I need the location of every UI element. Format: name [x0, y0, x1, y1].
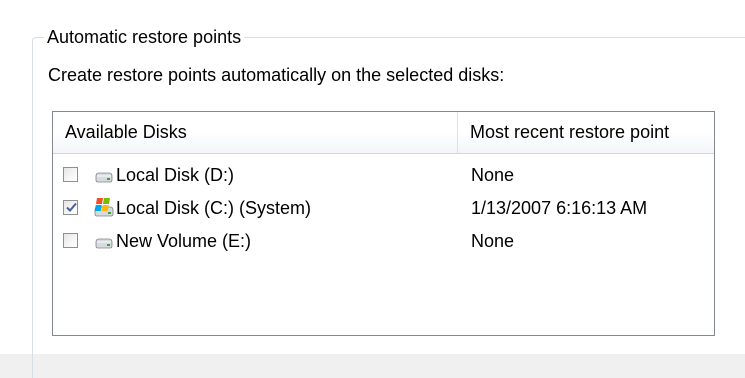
- disk-e-restore-point: None: [471, 231, 515, 251]
- column-header-most-recent-restore-point[interactable]: Most recent restore point: [458, 112, 714, 153]
- disk-row-d[interactable]: Local Disk (D:) None: [53, 162, 714, 190]
- system-protection-panel: Automatic restore points Create restore …: [0, 0, 745, 378]
- disk-row-c[interactable]: Local Disk (C:) (System) 1/13/2007 6:16:…: [53, 195, 714, 223]
- disk-e-label: New Volume (E:): [116, 231, 252, 251]
- hard-drive-icon: [95, 172, 113, 183]
- disk-d-restore-point: None: [471, 165, 515, 185]
- system-drive-icon: [94, 198, 114, 217]
- available-disks-listview[interactable]: Available Disks Most recent restore poin…: [52, 111, 715, 336]
- hard-drive-icon: [95, 238, 113, 249]
- disk-c-label: Local Disk (C:) (System): [116, 198, 312, 218]
- column-header-available-disks[interactable]: Available Disks: [53, 112, 458, 153]
- check-mark-icon: [66, 202, 77, 212]
- disk-row-e[interactable]: New Volume (E:) None: [53, 228, 714, 256]
- disk-e-checkbox[interactable]: [63, 233, 78, 248]
- disk-d-label: Local Disk (D:): [116, 165, 235, 185]
- groupbox-title: Automatic restore points: [44, 26, 245, 48]
- disk-c-restore-point: 1/13/2007 6:16:13 AM: [471, 198, 648, 218]
- instruction-text: Create restore points automatically on t…: [48, 65, 505, 85]
- disk-d-checkbox[interactable]: [63, 167, 78, 182]
- disk-c-checkbox[interactable]: [63, 200, 78, 215]
- listview-header: Available Disks Most recent restore poin…: [53, 112, 714, 154]
